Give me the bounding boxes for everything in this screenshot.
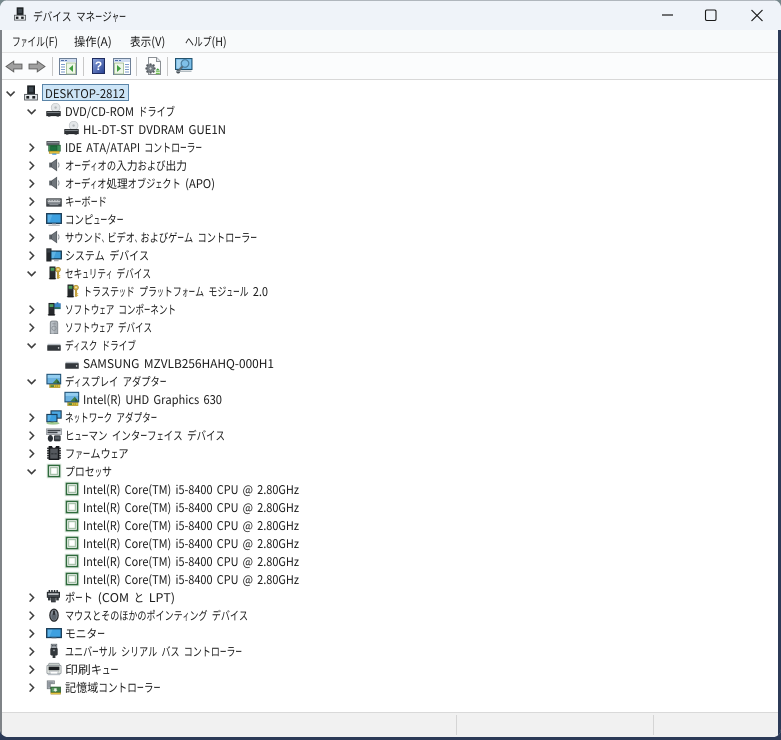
svg-text:?: ? — [95, 59, 102, 73]
